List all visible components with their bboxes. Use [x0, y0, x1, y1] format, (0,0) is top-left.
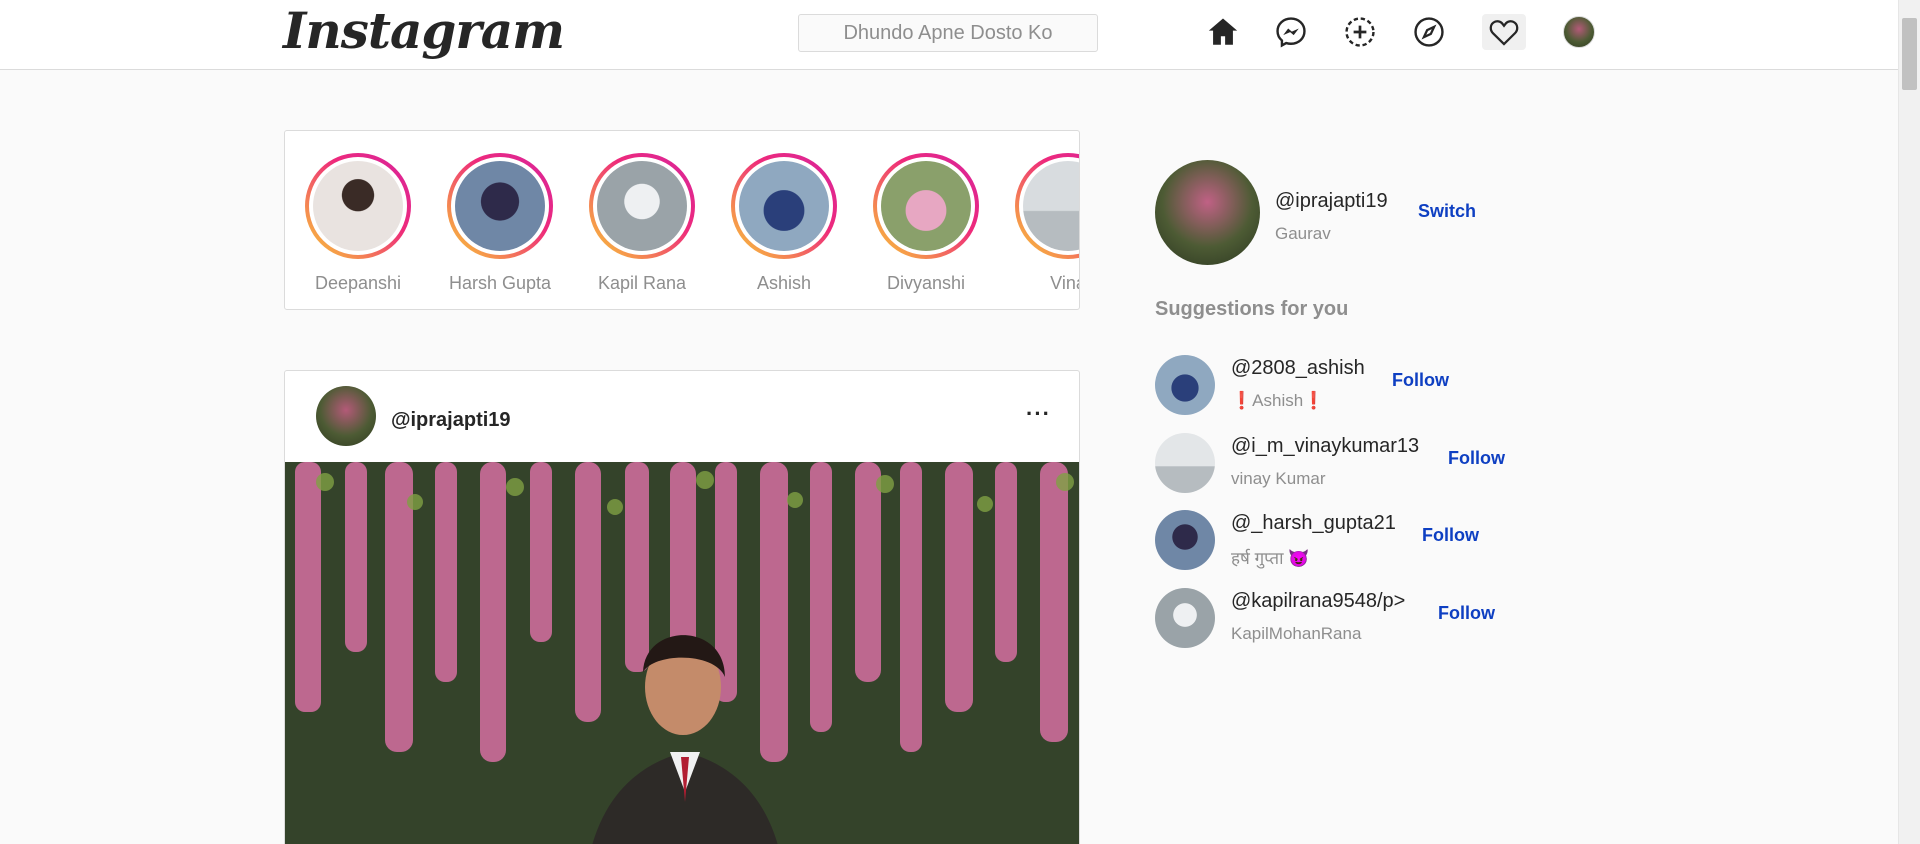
story-item[interactable]: Harsh Gupta: [429, 153, 571, 294]
explore-icon[interactable]: [1411, 14, 1447, 50]
story-ring: [1015, 153, 1079, 259]
instagram-logo[interactable]: Instagram: [283, 0, 565, 62]
post-header: @iprajapti19 ···: [285, 371, 1079, 461]
suggestion-handle[interactable]: @2808_ashish: [1231, 357, 1365, 380]
more-options-icon[interactable]: ···: [1026, 401, 1051, 427]
story-item[interactable]: Kapil Rana: [571, 153, 713, 294]
switch-account-button[interactable]: Switch: [1418, 201, 1476, 222]
story-name: Ashish: [756, 273, 812, 293]
suggestion-avatar[interactable]: [1155, 588, 1215, 648]
suggestion-handle[interactable]: @_harsh_gupta21: [1231, 512, 1396, 535]
suggestion-avatar[interactable]: [1155, 355, 1215, 415]
story-avatar: [881, 161, 971, 251]
suggestions-title: Suggestions for you: [1155, 298, 1349, 320]
page-scrollbar[interactable]: [1898, 0, 1920, 844]
suggestion-item: @_harsh_gupta21 हर्ष गुप्ता 😈 Follow: [1155, 510, 1515, 574]
suggestion-avatar[interactable]: [1155, 510, 1215, 570]
new-post-icon[interactable]: [1342, 14, 1378, 50]
search-input[interactable]: [798, 14, 1098, 52]
post-author-avatar[interactable]: [316, 386, 376, 446]
story-item[interactable]: Deepanshi: [287, 153, 429, 294]
story-avatar: [313, 161, 403, 251]
heart-icon[interactable]: [1482, 14, 1526, 50]
follow-button[interactable]: Follow: [1422, 525, 1479, 546]
story-avatar: [455, 161, 545, 251]
story-ring: [589, 153, 695, 259]
top-navbar: Instagram: [0, 0, 1898, 70]
story-name: Harsh Gupta: [448, 273, 552, 293]
story-ring: [447, 153, 553, 259]
story-avatar: [597, 161, 687, 251]
current-user-handle[interactable]: @iprajapti19: [1275, 190, 1388, 213]
suggestion-name: हर्ष गुप्ता 😈: [1231, 549, 1310, 568]
post-image[interactable]: [285, 462, 1079, 844]
story-avatar: [739, 161, 829, 251]
follow-button[interactable]: Follow: [1438, 603, 1495, 624]
current-user-name: Gaurav: [1275, 224, 1331, 243]
post-author-username[interactable]: @iprajapti19: [391, 409, 511, 432]
story-name: Vina: [1050, 273, 1079, 293]
suggestion-avatar[interactable]: [1155, 433, 1215, 493]
follow-button[interactable]: Follow: [1392, 370, 1449, 391]
story-item[interactable]: Vina: [997, 153, 1079, 294]
follow-button[interactable]: Follow: [1448, 448, 1505, 469]
stories-tray: Deepanshi Harsh Gupta Kapil Rana Ashish …: [284, 130, 1080, 310]
story-item[interactable]: Divyanshi: [855, 153, 997, 294]
story-name: Deepanshi: [314, 273, 402, 293]
current-user-avatar[interactable]: [1155, 160, 1260, 265]
story-name: Divyanshi: [886, 273, 966, 293]
messenger-icon[interactable]: [1273, 14, 1309, 50]
scrollbar-thumb[interactable]: [1902, 18, 1917, 90]
profile-avatar[interactable]: [1563, 16, 1595, 48]
suggestion-item: @kapilrana9548/p> KapilMohanRana Follow: [1155, 588, 1515, 652]
suggestion-name: vinay Kumar: [1231, 469, 1326, 488]
feed-post: @iprajapti19 ···: [284, 370, 1080, 844]
story-ring: [731, 153, 837, 259]
suggestion-item: @i_m_vinaykumar13 vinay Kumar Follow: [1155, 433, 1515, 497]
story-ring: [305, 153, 411, 259]
suggestion-item: @2808_ashish ❗Ashish❗ Follow: [1155, 355, 1515, 419]
story-name: Kapil Rana: [597, 273, 687, 293]
story-item[interactable]: Ashish: [713, 153, 855, 294]
suggestion-handle[interactable]: @i_m_vinaykumar13: [1231, 435, 1419, 458]
suggestion-name: ❗Ashish❗: [1231, 391, 1325, 410]
story-avatar: [1023, 161, 1079, 251]
story-ring: [873, 153, 979, 259]
post-photo: [285, 462, 1079, 844]
suggestion-handle[interactable]: @kapilrana9548/p>: [1231, 590, 1405, 613]
suggestion-name: KapilMohanRana: [1231, 624, 1362, 643]
home-icon[interactable]: [1205, 14, 1241, 50]
